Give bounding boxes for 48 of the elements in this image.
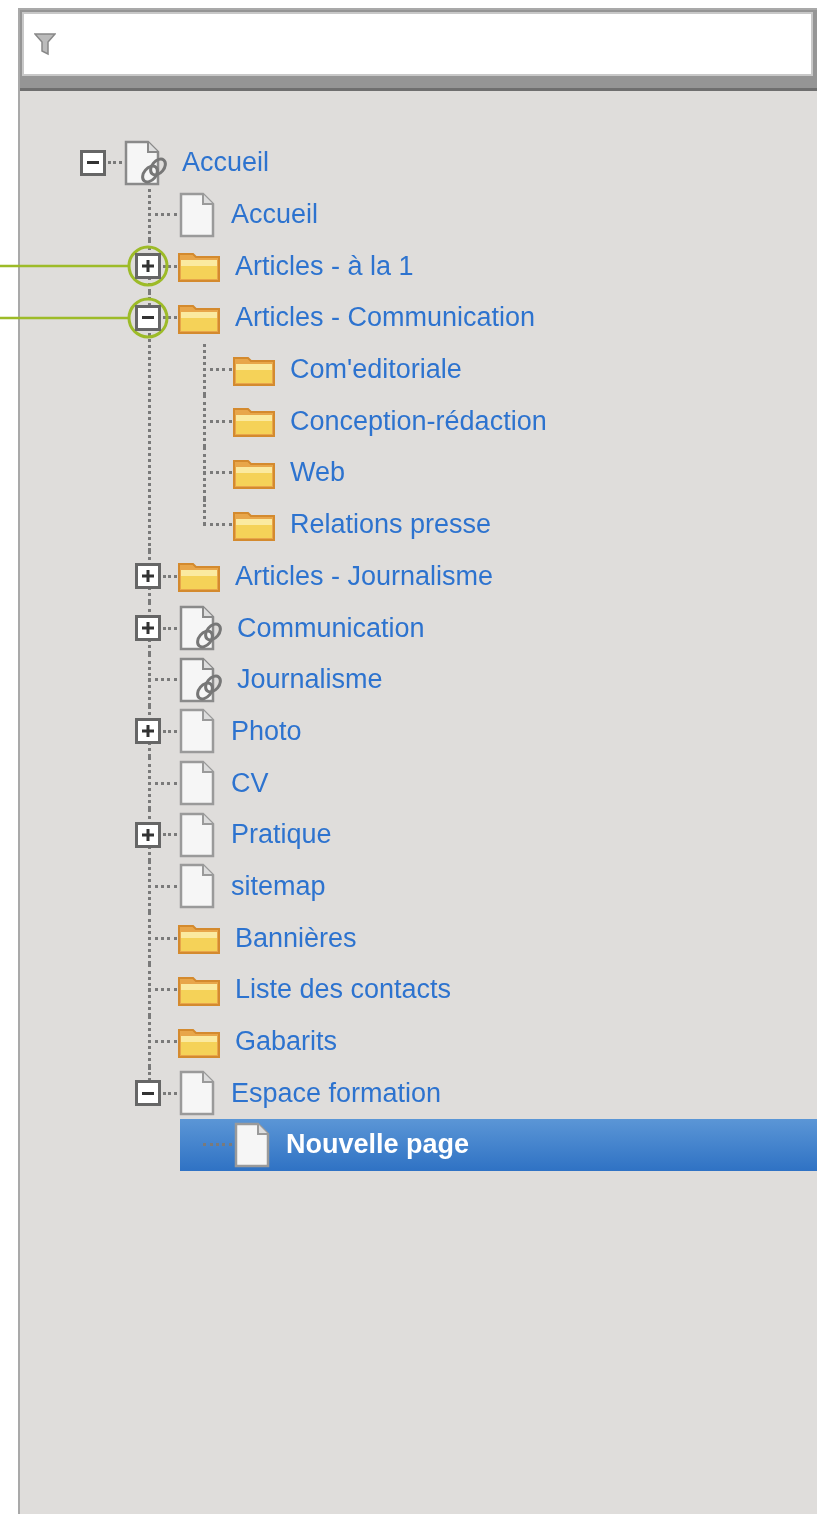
page-icon — [177, 708, 217, 755]
minus-icon — [87, 161, 99, 165]
tree-item[interactable]: Photo — [231, 715, 302, 747]
collapse-button[interactable] — [80, 149, 106, 176]
page-icon — [177, 863, 217, 910]
tree-item[interactable]: Com'editoriale — [290, 354, 462, 386]
plus-icon — [142, 725, 154, 738]
page-icon — [177, 191, 217, 238]
collapse-button[interactable] — [135, 1080, 161, 1107]
expand-button[interactable] — [135, 821, 161, 848]
tree-item[interactable]: Accueil — [231, 199, 319, 231]
plus-icon — [142, 260, 154, 273]
plus-icon — [142, 570, 154, 583]
tree-item[interactable]: Bannières — [235, 922, 357, 954]
linked-page-icon — [122, 139, 168, 186]
tree-item[interactable]: Articles - Communication — [235, 302, 536, 334]
minus-icon — [142, 316, 154, 320]
collapse-button[interactable] — [135, 304, 161, 331]
tree-item[interactable]: Web — [290, 457, 346, 489]
expand-button[interactable] — [135, 253, 161, 280]
tree-item[interactable]: Gabarits — [235, 1026, 338, 1058]
tree-item[interactable]: sitemap — [231, 870, 326, 902]
expand-button[interactable] — [135, 718, 161, 745]
tree-item[interactable]: Relations presse — [290, 509, 492, 541]
expand-button[interactable] — [135, 615, 161, 642]
tree-item[interactable]: CV — [231, 767, 269, 799]
minus-icon — [142, 1091, 154, 1095]
filter-field[interactable] — [22, 12, 813, 76]
tree-item[interactable]: Liste des contacts — [235, 974, 452, 1006]
selected-tree-row[interactable]: Nouvelle page — [180, 1119, 817, 1171]
tree-item[interactable]: Espace formation — [231, 1077, 442, 1109]
linked-page-icon — [177, 656, 223, 703]
tree-item[interactable]: Conception-rédaction — [290, 405, 547, 437]
linked-page-icon — [177, 605, 223, 652]
tree-item[interactable]: Communication — [237, 612, 425, 644]
filter-icon — [34, 32, 56, 56]
page-icon — [177, 811, 217, 858]
plus-icon — [142, 622, 154, 635]
page-icon — [232, 1121, 272, 1168]
expand-button[interactable] — [135, 563, 161, 590]
page-icon — [177, 1070, 217, 1117]
tree-item[interactable]: Accueil — [182, 147, 270, 179]
tree-item[interactable]: Pratique — [231, 819, 332, 851]
tree-item[interactable]: Articles - Journalisme — [235, 560, 494, 592]
plus-icon — [142, 828, 154, 841]
tree-item[interactable]: Articles - à la 1 — [235, 250, 414, 282]
page-icon — [177, 760, 217, 807]
tree-item[interactable]: Journalisme — [237, 664, 383, 696]
